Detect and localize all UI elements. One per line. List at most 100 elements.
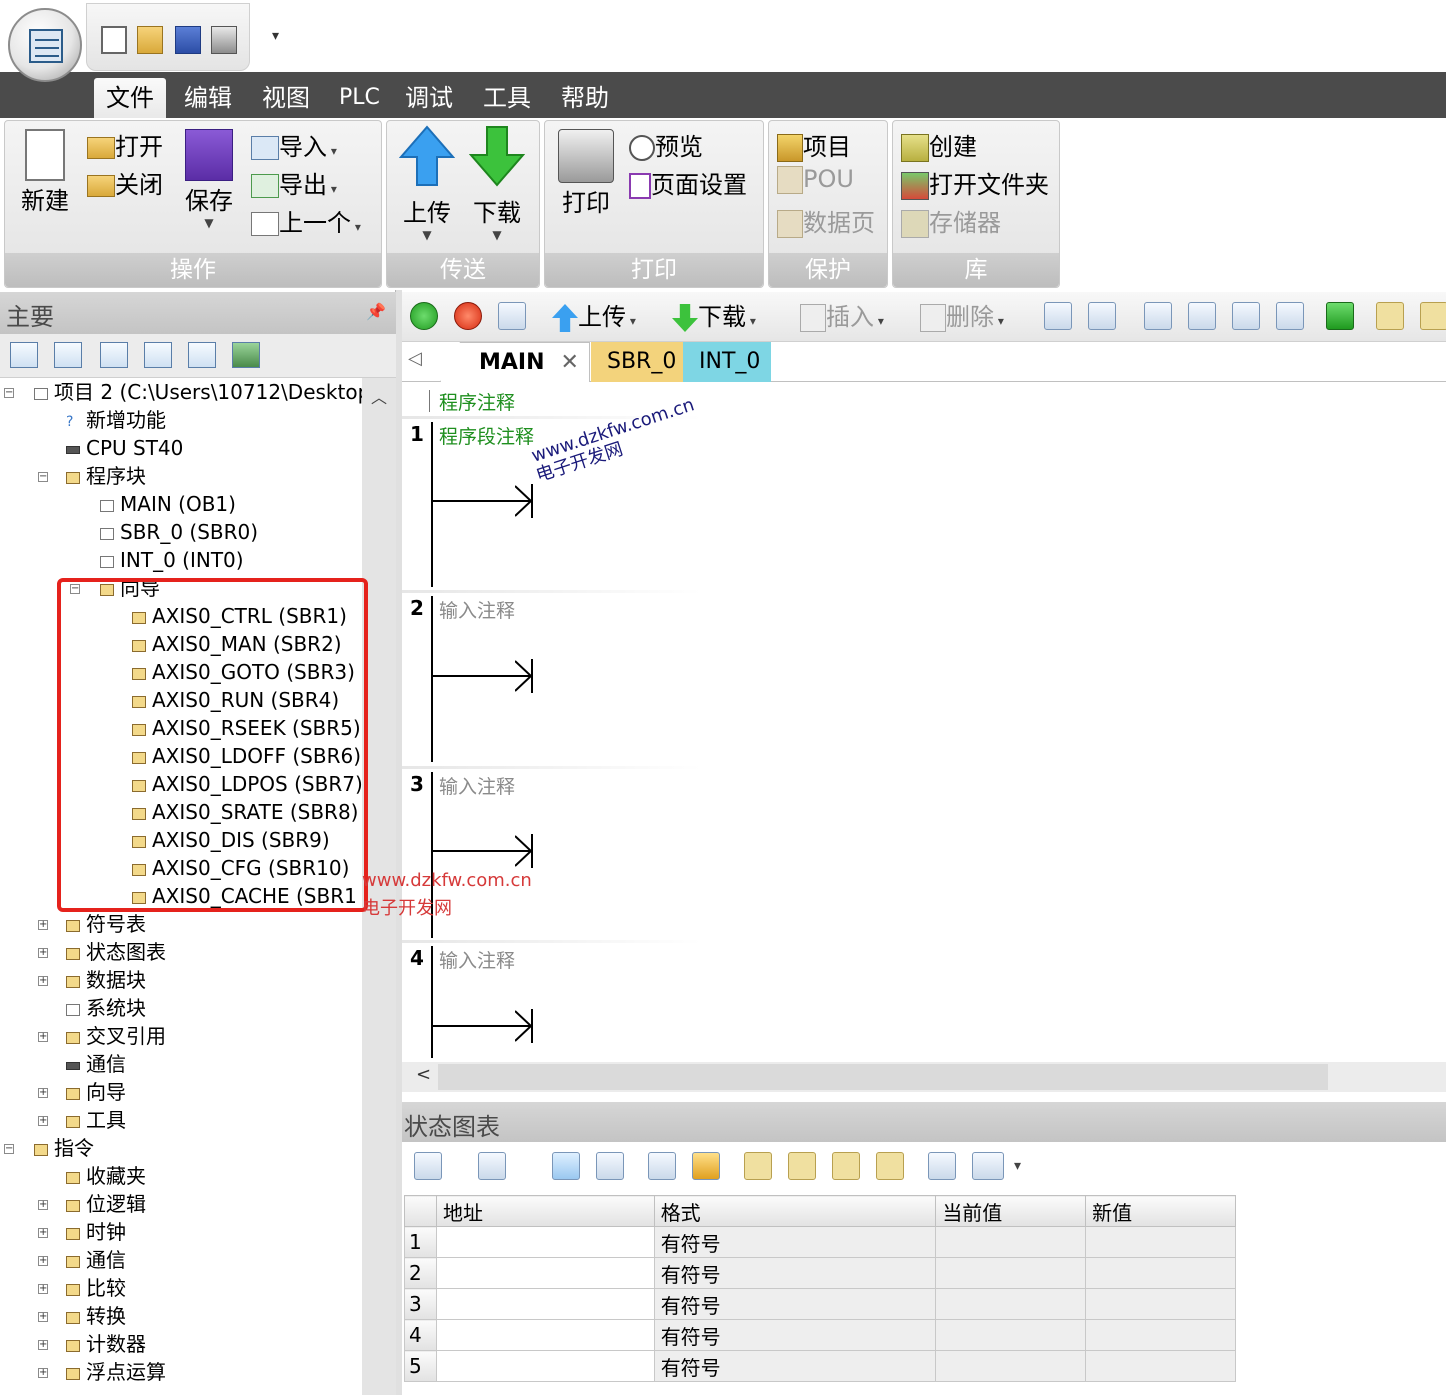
- expand-toggle-icon[interactable]: +: [38, 976, 48, 986]
- scroll-left-icon[interactable]: <: [416, 1064, 431, 1085]
- table-row[interactable]: 1 有符号: [404, 1226, 1236, 1258]
- expand-toggle-icon[interactable]: +: [38, 1312, 48, 1322]
- tree-item-status-chart[interactable]: 状态图表: [66, 938, 166, 966]
- network-comment[interactable]: 程序段注释: [439, 422, 534, 449]
- chart-run-icon[interactable]: [552, 1152, 580, 1180]
- lock-icon[interactable]: [1376, 302, 1404, 330]
- expand-toggle-icon[interactable]: +: [38, 1228, 48, 1238]
- new-value-cell[interactable]: [1085, 1319, 1236, 1351]
- address-cell[interactable]: [435, 1288, 655, 1320]
- binoculars-icon[interactable]: [648, 1152, 676, 1180]
- tree-item-wizards[interactable]: 向导: [66, 1078, 126, 1106]
- delete-button[interactable]: 删除 ▾: [920, 300, 1004, 334]
- compile-icon[interactable]: [498, 302, 526, 330]
- tree-view-icon[interactable]: [10, 342, 38, 368]
- tree-item-tools[interactable]: 工具: [66, 1106, 126, 1134]
- add-row-icon[interactable]: [414, 1152, 442, 1180]
- open-folder-icon[interactable]: [137, 26, 163, 54]
- tab-scroll-left-icon[interactable]: ◁: [408, 348, 422, 369]
- download-dropdown-icon[interactable]: ▼: [467, 228, 527, 242]
- insert-button[interactable]: 插入 ▾: [800, 300, 884, 334]
- new-file-icon[interactable]: [101, 26, 127, 54]
- tree-item-counters[interactable]: 计数器: [66, 1330, 146, 1358]
- ladder-editor[interactable]: 程序注释 1 程序段注释 2 输入注释 3 输入注释 4 输入注释: [402, 382, 1446, 1062]
- table-row[interactable]: 3 有符号: [404, 1288, 1236, 1320]
- open-button[interactable]: 打开: [87, 127, 163, 162]
- create-library-button[interactable]: 创建: [901, 127, 977, 162]
- expand-toggle-icon[interactable]: +: [38, 1116, 48, 1126]
- download-button[interactable]: 下载 ▼: [467, 125, 527, 242]
- tree-item-new-features[interactable]: ? 新增功能: [66, 406, 166, 434]
- save-dropdown-icon[interactable]: ▼: [179, 216, 239, 230]
- tree-item-cross-reference[interactable]: 交叉引用: [66, 1022, 166, 1050]
- force-lock-icon[interactable]: [744, 1152, 772, 1180]
- chart-pause-icon[interactable]: [596, 1152, 624, 1180]
- menu-view[interactable]: 视图: [262, 78, 310, 118]
- address-cell[interactable]: [435, 1319, 655, 1351]
- network-comment[interactable]: 输入注释: [439, 596, 515, 623]
- address-cell[interactable]: [435, 1350, 655, 1382]
- table-row[interactable]: 2 有符号: [404, 1257, 1236, 1289]
- menu-edit[interactable]: 编辑: [184, 78, 232, 118]
- run-icon[interactable]: [410, 302, 438, 330]
- format-cell[interactable]: 有符号: [653, 1257, 937, 1289]
- network-icon[interactable]: [1044, 302, 1072, 330]
- tab-int0[interactable]: INT_0: [683, 342, 771, 382]
- new-value-cell[interactable]: [1085, 1226, 1236, 1258]
- tab-main[interactable]: MAIN ✕: [440, 342, 590, 382]
- expand-toggle-icon[interactable]: +: [38, 920, 48, 930]
- upload-button[interactable]: 上传 ▼: [397, 125, 457, 242]
- tree-item-compare[interactable]: 比较: [66, 1274, 126, 1302]
- menu-debug[interactable]: 调试: [405, 78, 453, 118]
- previous-button[interactable]: 上一个 ▾: [251, 203, 361, 238]
- tree-item-favorites[interactable]: 收藏夹: [66, 1162, 146, 1190]
- open-folder-button[interactable]: 打开文件夹: [901, 165, 1049, 200]
- status-chart-icon[interactable]: [188, 342, 216, 368]
- save-button[interactable]: 保存 ▼: [179, 129, 239, 230]
- expand-toggle-icon[interactable]: +: [38, 1032, 48, 1042]
- options-dropdown-icon[interactable]: ▾: [1014, 1158, 1021, 1174]
- network-comment[interactable]: 输入注释: [439, 946, 515, 973]
- close-tab-icon[interactable]: ✕: [561, 350, 579, 375]
- network-comment[interactable]: 输入注释: [439, 772, 515, 799]
- table-view-icon[interactable]: [54, 342, 82, 368]
- stop-icon[interactable]: [454, 302, 482, 330]
- tree-item-convert[interactable]: 转换: [66, 1302, 126, 1330]
- tab-sbr0[interactable]: SBR_0: [591, 342, 683, 382]
- expand-toggle-icon[interactable]: +: [38, 1368, 48, 1378]
- table-row[interactable]: 5 有符号: [404, 1350, 1236, 1382]
- preview-button[interactable]: 预览: [629, 127, 703, 162]
- page-setup-button[interactable]: 页面设置: [629, 165, 747, 200]
- new-value-cell[interactable]: [1085, 1350, 1236, 1382]
- menu-file[interactable]: 文件: [94, 78, 166, 118]
- remove-bookmark-icon[interactable]: [1276, 302, 1304, 330]
- tree-item-symbol-table[interactable]: 符号表: [66, 910, 146, 938]
- collapse-toggle-icon[interactable]: −: [4, 388, 14, 398]
- communications-icon[interactable]: [232, 342, 260, 368]
- tree-item-project[interactable]: 项目 2 (C:\Users\10712\Desktop): [34, 378, 362, 406]
- network-disabled-icon[interactable]: [1088, 302, 1116, 330]
- chart-options-icon[interactable]: [972, 1152, 1004, 1180]
- tree-item-instructions[interactable]: 指令: [34, 1134, 94, 1162]
- expand-toggle-icon[interactable]: +: [38, 1200, 48, 1210]
- export-button[interactable]: 导出 ▾: [251, 165, 337, 200]
- editor-horizontal-scrollbar[interactable]: <: [402, 1062, 1446, 1092]
- new-button[interactable]: 新建: [13, 129, 77, 216]
- collapse-toggle-icon[interactable]: −: [4, 1144, 14, 1154]
- read-forced-icon[interactable]: [876, 1152, 904, 1180]
- tree-item-sbr0[interactable]: SBR_0 (SBR0): [100, 518, 258, 546]
- tree-item-communications[interactable]: 通信: [66, 1246, 126, 1274]
- trend-icon[interactable]: [928, 1152, 956, 1180]
- import-button[interactable]: 导入 ▾: [251, 127, 337, 162]
- expand-toggle-icon[interactable]: +: [38, 1284, 48, 1294]
- bookmark-icon[interactable]: [1144, 302, 1172, 330]
- expand-toggle-icon[interactable]: +: [38, 948, 48, 958]
- upload-dropdown-icon[interactable]: ▼: [397, 228, 457, 242]
- list-view-icon[interactable]: [100, 342, 128, 368]
- print-button[interactable]: 打印: [553, 129, 619, 218]
- format-cell[interactable]: 有符号: [653, 1350, 937, 1382]
- tree-item-data-block[interactable]: 数据块: [66, 966, 146, 994]
- menu-help[interactable]: 帮助: [561, 78, 609, 118]
- unforce-icon[interactable]: [788, 1152, 816, 1180]
- prev-bookmark-icon[interactable]: [1188, 302, 1216, 330]
